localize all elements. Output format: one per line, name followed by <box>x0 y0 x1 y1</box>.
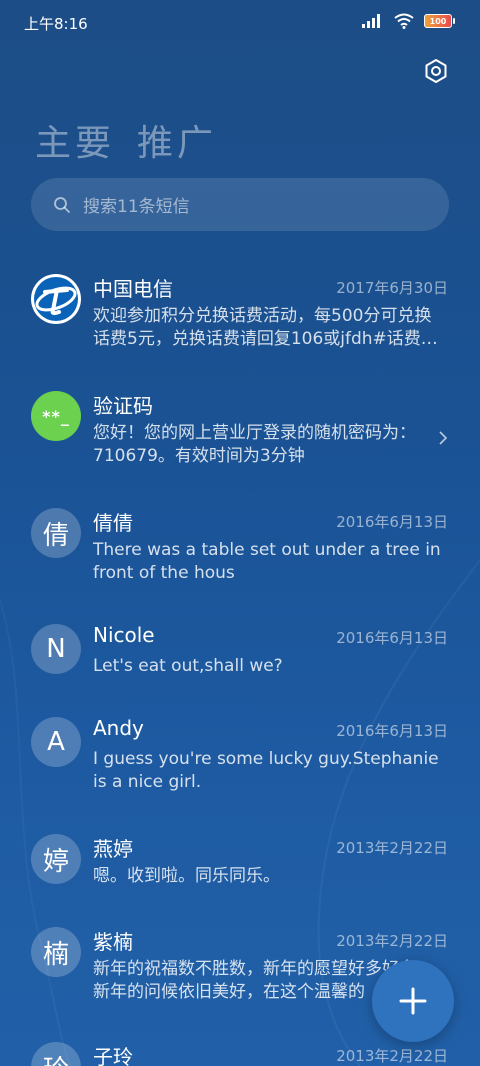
conversation-name: Nicole <box>93 623 155 647</box>
conversation-date: 2013年2月22日 <box>336 932 448 950</box>
conversation-preview: 欢迎参加积分兑换话费活动，每500分可兑换话费5元，兑换话费请回复106或jfd… <box>93 306 438 349</box>
avatar: 楠 <box>31 927 81 977</box>
conversation-date: 2017年6月30日 <box>336 279 448 297</box>
conversation-date: 2016年6月13日 <box>336 722 448 740</box>
conversation-date: 2013年2月22日 <box>336 1047 448 1065</box>
plus-icon <box>399 987 427 1015</box>
conversation-item[interactable]: 中国电信 2017年6月30日 欢迎参加积分兑换话费活动，每500分可兑换话费5… <box>0 274 480 384</box>
avatar: 婷 <box>31 834 81 884</box>
new-message-button[interactable] <box>372 960 454 1042</box>
conversation-name: 燕婷 <box>93 837 133 861</box>
conversation-name: 子玲 <box>93 1045 133 1066</box>
conversation-preview: There was a table set out under a tree i… <box>93 540 441 583</box>
conversation-name: 倩倩 <box>93 511 133 535</box>
conversation-name: Andy <box>93 716 144 740</box>
conversation-date: 2013年2月22日 <box>336 839 448 857</box>
conversation-preview: 嗯。收到啦。同乐同乐。 <box>93 866 280 886</box>
conversation-list: 中国电信 2017年6月30日 欢迎参加积分兑换话费活动，每500分可兑换话费5… <box>0 0 480 1066</box>
conversation-name: 验证码 <box>93 394 153 418</box>
conversation-preview: 您好！您的网上营业厅登录的随机密码为：710679。有效时间为3分钟 <box>93 423 416 466</box>
conversation-item[interactable]: **_ 验证码 您好！您的网上营业厅登录的随机密码为：710679。有效时间为3… <box>0 391 480 501</box>
conversation-preview: Let's eat out,shall we? <box>93 656 283 676</box>
avatar: 玲 <box>31 1042 81 1066</box>
conversation-item[interactable]: 倩 倩倩 2016年6月13日 There was a table set ou… <box>0 508 480 618</box>
conversation-preview: I guess you're some lucky guy.Stephanie … <box>93 749 439 792</box>
avatar-telecom-logo-icon <box>31 274 81 324</box>
conversation-name: 中国电信 <box>93 277 173 301</box>
avatar: 倩 <box>31 508 81 558</box>
conversation-date: 2016年6月13日 <box>336 513 448 531</box>
conversation-name: 紫楠 <box>93 930 133 954</box>
avatar: A <box>31 717 81 767</box>
avatar: N <box>31 624 81 674</box>
chevron-right-icon <box>439 431 448 445</box>
conversation-date: 2016年6月13日 <box>336 629 448 647</box>
conversation-item[interactable]: 玲 子玲 2013年2月22日 <box>0 1042 480 1066</box>
conversation-item[interactable]: A Andy 2016年6月13日 I guess you're some lu… <box>0 716 480 827</box>
avatar-verification: **_ <box>31 391 81 441</box>
